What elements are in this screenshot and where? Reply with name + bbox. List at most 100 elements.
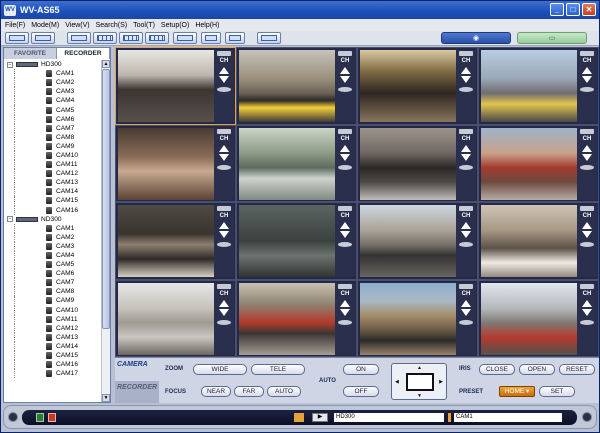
cell-menu-icon[interactable] [459, 128, 473, 134]
camera-node[interactable]: CAM15 [4, 351, 101, 361]
camera-video[interactable] [360, 205, 456, 277]
recorder-node[interactable]: − HD300 [4, 60, 101, 69]
list-button[interactable] [257, 32, 281, 44]
view-icon[interactable] [580, 164, 594, 170]
camera-node[interactable]: CAM12 [4, 169, 101, 179]
collapse-icon[interactable]: − [7, 216, 13, 223]
layout-4-button[interactable] [93, 32, 117, 44]
camera-node[interactable]: CAM13 [4, 332, 101, 342]
cell-menu-icon[interactable] [338, 128, 352, 134]
iris-reset-button[interactable]: RESET [559, 364, 595, 375]
camera-node[interactable]: CAM7 [4, 278, 101, 288]
menu-mode[interactable]: Mode(M) [31, 22, 59, 29]
channel-up-icon[interactable] [582, 299, 592, 307]
tab-camera[interactable]: CAMERA [115, 358, 159, 380]
channel-up-icon[interactable] [582, 222, 592, 229]
grid-status-icon[interactable] [36, 413, 44, 422]
tab-recorder-control[interactable]: RECORDER [115, 381, 159, 403]
channel-up-icon[interactable] [582, 144, 592, 152]
cell-menu-icon[interactable] [217, 206, 231, 211]
view-icon[interactable] [338, 164, 352, 170]
close-button[interactable]: ✕ [582, 3, 596, 16]
recorder-node[interactable]: − ND300 [4, 215, 101, 224]
menu-file[interactable]: File(F) [5, 22, 25, 29]
camera-cell[interactable]: CH [357, 279, 478, 357]
view-icon[interactable] [217, 242, 231, 247]
view-icon[interactable] [338, 87, 352, 92]
camera-node[interactable]: CAM16 [4, 205, 101, 215]
camera-node[interactable]: CAM11 [4, 314, 101, 324]
camera-cell[interactable]: CH [115, 47, 236, 125]
cell-menu-icon[interactable] [459, 283, 473, 289]
cell-menu-icon[interactable] [217, 283, 231, 289]
camera-cell[interactable]: CH [236, 47, 357, 125]
camera-node[interactable]: CAM1 [4, 69, 101, 79]
live-mode-button[interactable]: ◉ [441, 32, 511, 44]
camera-video[interactable] [239, 127, 335, 200]
maximize-button[interactable]: □ [566, 3, 580, 16]
view-icon[interactable] [338, 242, 352, 247]
view-icon[interactable] [217, 164, 231, 170]
channel-down-icon[interactable] [340, 76, 350, 83]
cell-menu-icon[interactable] [338, 283, 352, 289]
camera-node[interactable]: CAM4 [4, 96, 101, 106]
camera-cell[interactable]: CH [115, 124, 236, 202]
auto-on-button[interactable]: ON [343, 364, 379, 375]
camera-node[interactable]: CAM3 [4, 87, 101, 97]
view-icon[interactable] [459, 164, 473, 170]
camera-node[interactable]: CAM9 [4, 141, 101, 151]
tab-favorite[interactable]: FAVORITE [4, 48, 57, 59]
tab-recorder[interactable]: RECORDER [57, 48, 110, 59]
camera-node[interactable]: CAM9 [4, 296, 101, 306]
camera-node[interactable]: CAM13 [4, 178, 101, 188]
cell-menu-icon[interactable] [580, 206, 594, 211]
view-icon[interactable] [217, 319, 231, 325]
auto-off-button[interactable]: OFF [343, 386, 379, 397]
focus-far-button[interactable]: FAR [234, 386, 264, 397]
print-button[interactable] [225, 32, 245, 44]
camera-video[interactable] [481, 127, 577, 200]
channel-down-icon[interactable] [219, 76, 229, 83]
camera-node[interactable]: CAM2 [4, 78, 101, 88]
layout-9-button[interactable] [119, 32, 143, 44]
preset-select[interactable]: HOME ▾ [499, 386, 535, 397]
view-icon[interactable] [459, 319, 473, 325]
cell-menu-icon[interactable] [580, 128, 594, 134]
camera-video[interactable] [118, 282, 214, 355]
camera-node[interactable]: CAM7 [4, 123, 101, 133]
channel-down-icon[interactable] [582, 308, 592, 316]
channel-up-icon[interactable] [340, 67, 350, 74]
camera-video[interactable] [481, 282, 577, 355]
menu-tool[interactable]: Tool(T) [133, 22, 155, 29]
camera-cell[interactable]: CH [115, 202, 236, 280]
fullscreen-button[interactable] [173, 32, 197, 44]
camera-node[interactable]: CAM10 [4, 150, 101, 161]
channel-down-icon[interactable] [340, 153, 350, 161]
camera-cell[interactable]: CH [357, 202, 478, 280]
channel-up-icon[interactable] [461, 299, 471, 307]
menu-setup[interactable]: Setup(O) [161, 22, 189, 29]
channel-down-icon[interactable] [340, 231, 350, 238]
menu-view[interactable]: View(V) [65, 22, 89, 29]
pan-up-icon[interactable]: ▲ [417, 365, 422, 371]
view-icon[interactable] [217, 87, 231, 92]
camera-node[interactable]: CAM8 [4, 132, 101, 142]
camera-video[interactable] [118, 50, 214, 122]
channel-down-icon[interactable] [219, 153, 229, 161]
zoom-tele-button[interactable]: TELE [251, 364, 305, 375]
camera-node[interactable]: CAM2 [4, 232, 101, 242]
pan-center-area[interactable] [406, 373, 434, 391]
pan-left-icon[interactable]: ◀ [395, 379, 399, 385]
channel-down-icon[interactable] [582, 153, 592, 161]
channel-down-icon[interactable] [461, 153, 471, 161]
view-icon[interactable] [459, 87, 473, 92]
channel-up-icon[interactable] [219, 299, 229, 307]
iris-close-button[interactable]: CLOSE [479, 364, 515, 375]
play-button[interactable]: ▶ [312, 413, 328, 422]
channel-up-icon[interactable] [461, 67, 471, 74]
view-icon[interactable] [580, 319, 594, 325]
channel-down-icon[interactable] [461, 308, 471, 316]
zoom-wide-button[interactable]: WIDE [193, 364, 247, 375]
menu-search[interactable]: Search(S) [96, 22, 128, 29]
camera-node[interactable]: CAM3 [4, 241, 101, 251]
